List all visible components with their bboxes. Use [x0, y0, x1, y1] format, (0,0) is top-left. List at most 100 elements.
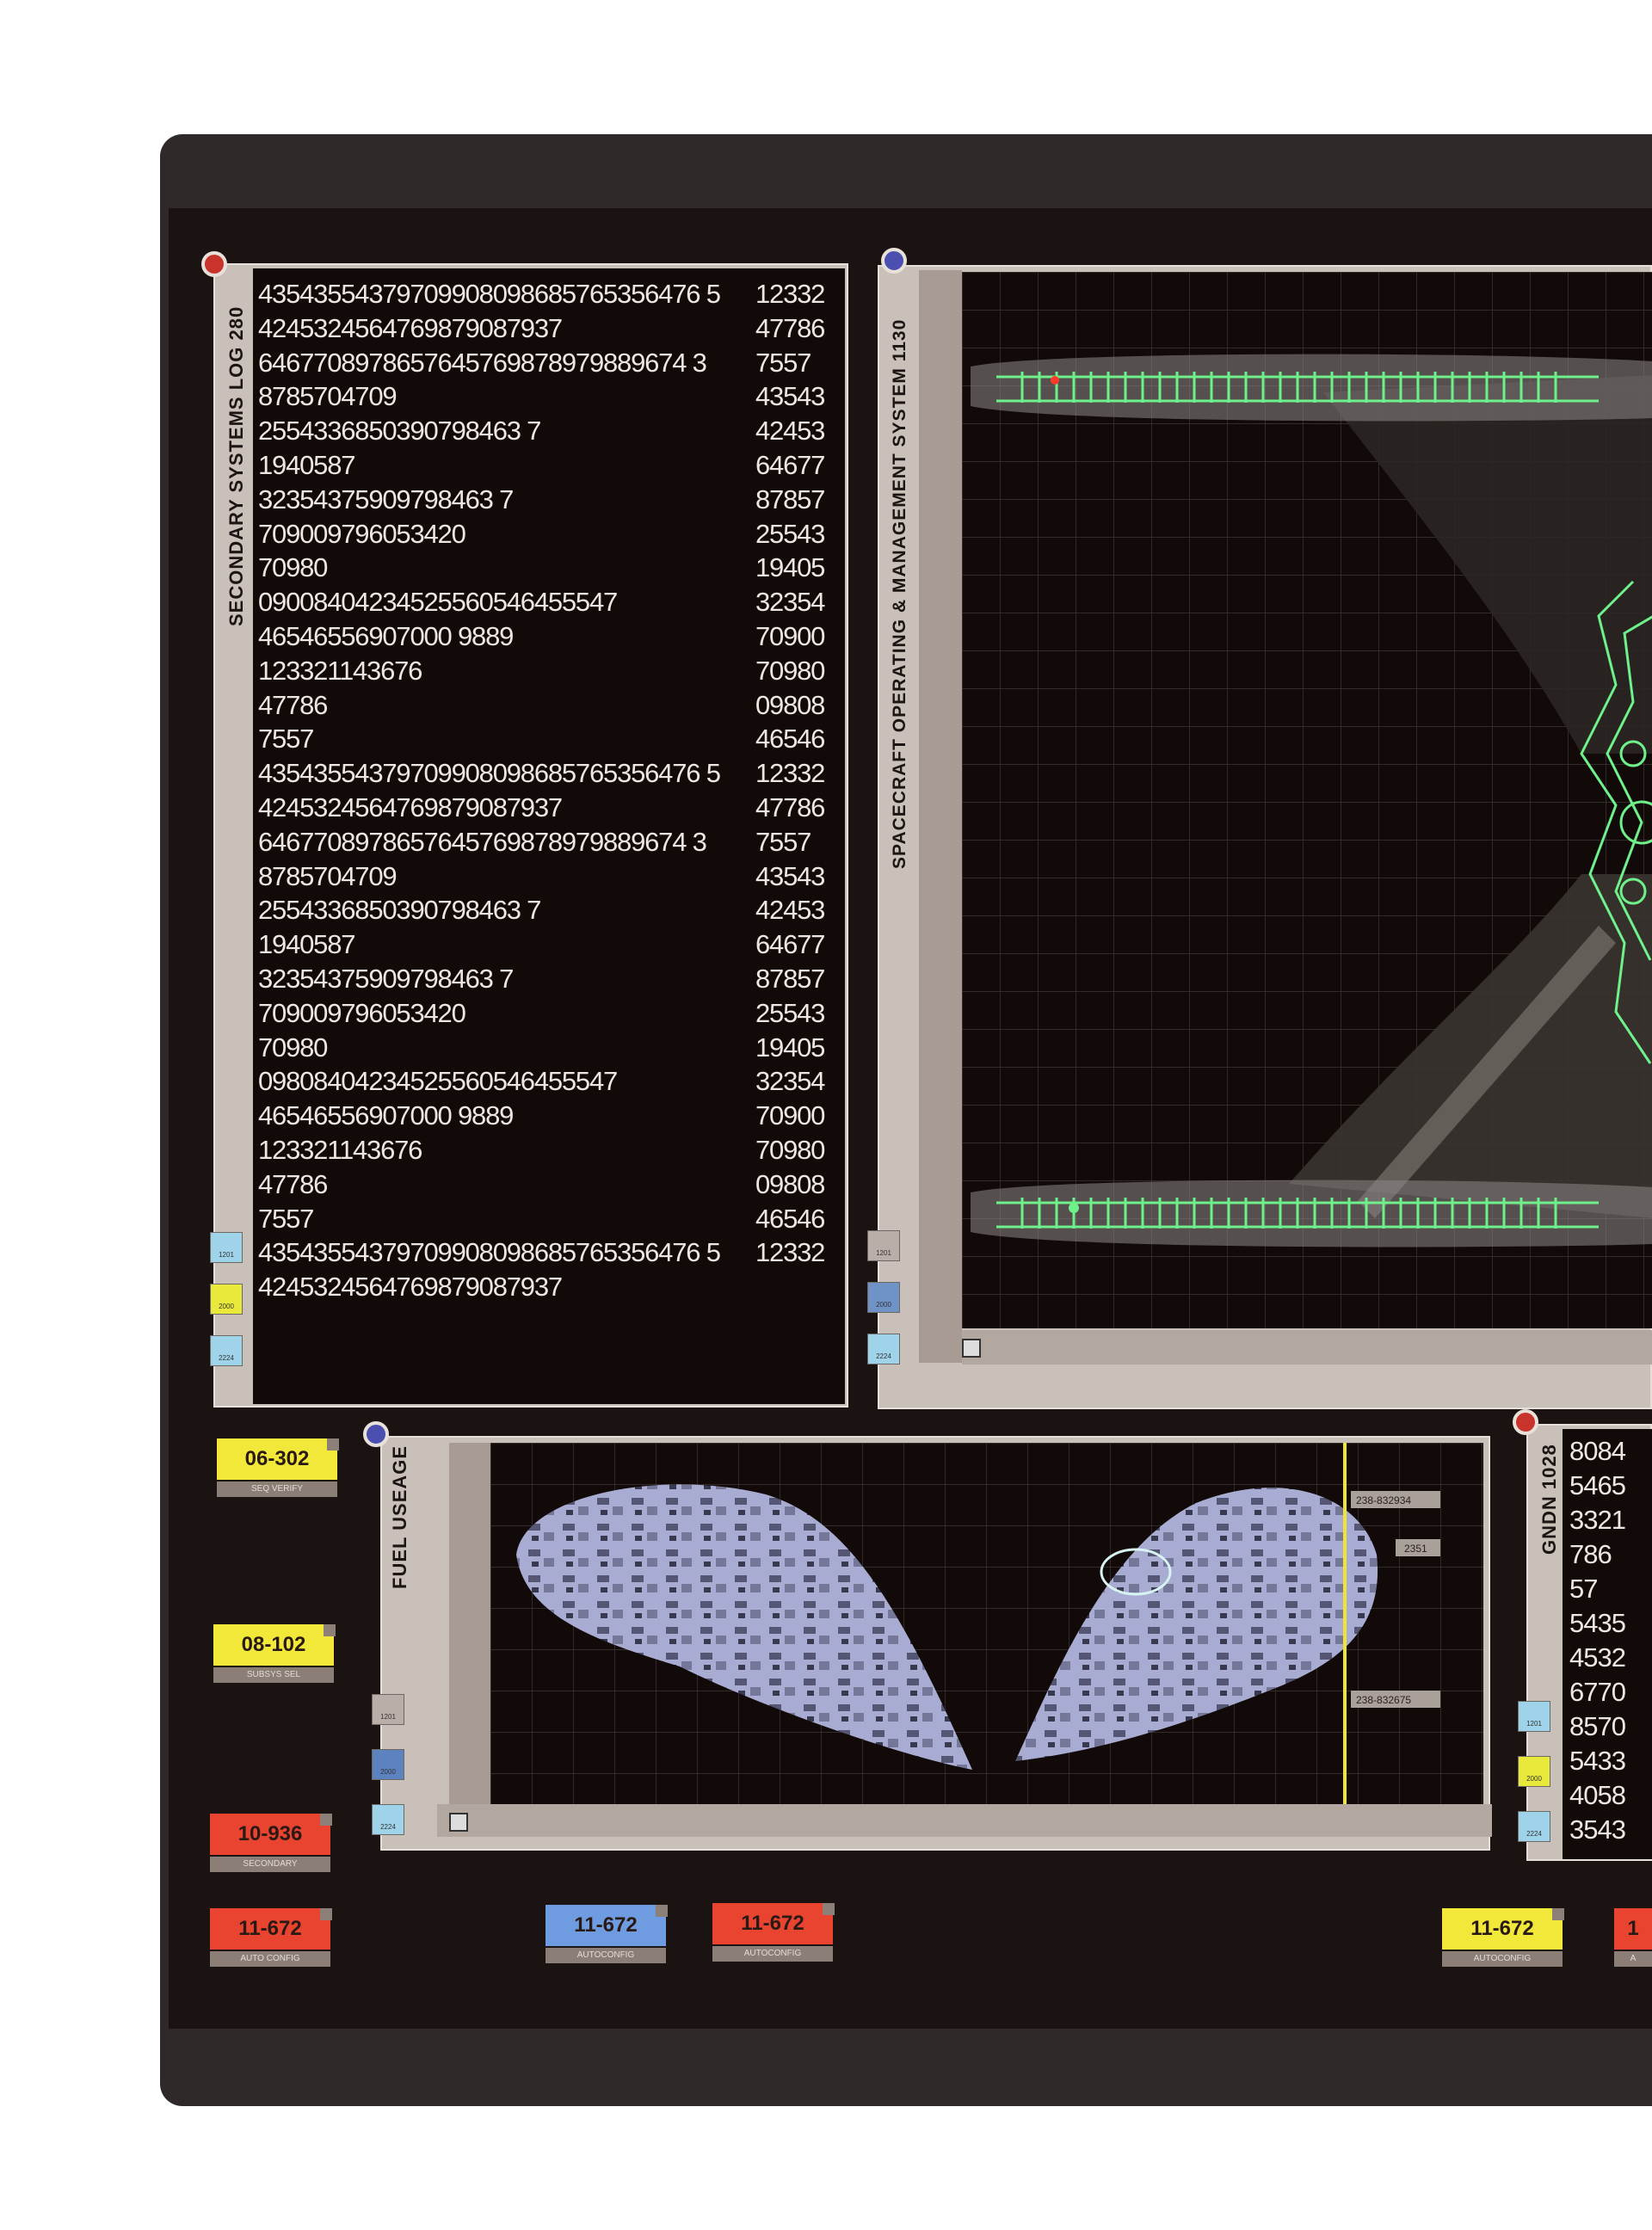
log-row-value: 64677 [755, 450, 825, 480]
gndn-tab-2000[interactable]: 2000 [1518, 1756, 1550, 1787]
log-row-code: 43543554379709908098685765356476 5 [258, 758, 721, 789]
fuel-corner-box [449, 1813, 468, 1832]
chip-code: 11-672 [712, 1903, 833, 1944]
log-row-value: 25543 [755, 518, 825, 549]
ops-tab-2000[interactable]: 2000 [867, 1282, 900, 1313]
status-chip-autoconfig-blue[interactable]: 11-672 AUTOCONFIG [546, 1905, 668, 1965]
fuel-tab-2224[interactable]: 2224 [372, 1804, 404, 1835]
gndn-row: 57 [1569, 1574, 1598, 1604]
log-row-value: 12332 [755, 279, 825, 309]
log-row-code: 6467708978657645769878979889674 3 [258, 826, 707, 857]
log-row-value: 09808 [755, 1168, 825, 1199]
log-row-code: 43543554379709908098685765356476 5 [258, 279, 721, 309]
log-row-code: 4245324564769879087937 [258, 792, 563, 822]
ops-corner-box [962, 1339, 981, 1358]
log-row-code: 7557 [258, 724, 314, 755]
log-row-code: 123321143676 [258, 655, 422, 686]
log-row-value: 42453 [755, 416, 825, 447]
log-row-code: 70980 [258, 552, 328, 583]
log-row-code: 8785704709 [258, 381, 398, 412]
log-row-value: 32354 [755, 1066, 825, 1097]
log-row-value: 70900 [755, 621, 825, 651]
log-row-value: 32354 [755, 587, 825, 618]
chip-code: 11-672 [1442, 1908, 1563, 1950]
log-tab-1201[interactable]: 1201 [210, 1232, 243, 1263]
status-chip-seq-verify[interactable]: 06-302 SEQ VERIFY [217, 1438, 339, 1499]
gndn-row: 3543 [1569, 1814, 1626, 1845]
status-chip-partial[interactable]: 1 A [1614, 1908, 1652, 1968]
ops-screen[interactable] [962, 272, 1652, 1328]
chip-label: AUTOCONFIG [1442, 1951, 1563, 1967]
log-row-code: 46546556907000 9889 [258, 621, 514, 651]
log-panel: SECONDARY SYSTEMS LOG 280 43543554379709… [210, 263, 848, 1408]
log-row-value: 19405 [755, 552, 825, 583]
ops-panel-title: SPACECRAFT OPERATING & MANAGEMENT SYSTEM… [890, 318, 909, 869]
red-marker-icon [1051, 376, 1059, 385]
gndn-tab-2224[interactable]: 2224 [1518, 1811, 1550, 1842]
chip-label: AUTOCONFIG [546, 1948, 666, 1963]
chip-code: 11-672 [210, 1908, 330, 1950]
fuel-tab-2000[interactable]: 2000 [372, 1749, 404, 1780]
log-tab-2000[interactable]: 2000 [210, 1284, 243, 1315]
log-row-value: 46546 [755, 1203, 825, 1234]
status-chip-secondary[interactable]: 10-936 SECONDARY [210, 1814, 332, 1874]
log-row-value: 12332 [755, 1237, 825, 1268]
log-row-value: 7557 [755, 826, 811, 857]
gndn-rows: 8084 5465 3321 786 57 5435 4532 6770 8570 5433 405… [1569, 1436, 1652, 1857]
fuel-screen[interactable]: 238-832934 2351 238-832675 [490, 1443, 1483, 1804]
gndn-row: 3321 [1569, 1505, 1626, 1535]
log-row-code: 09808404234525560546455547 [258, 1066, 618, 1097]
console-surface: SECONDARY SYSTEMS LOG 280 43543554379709… [169, 208, 1652, 2029]
gndn-row: 4058 [1569, 1780, 1626, 1810]
chip-code: 06-302 [217, 1438, 337, 1480]
status-chip-autoconfig-yellow[interactable]: 11-672 AUTOCONFIG [1442, 1908, 1564, 1968]
fuel-y-ruler [449, 1443, 490, 1804]
log-row-value: 43543 [755, 381, 825, 412]
log-row-code: 123321143676 [258, 1135, 422, 1165]
status-chip-subsys-sel[interactable]: 08-102 SUBSYS SEL [213, 1624, 336, 1685]
log-row-value: 46546 [755, 724, 825, 755]
chip-code: 08-102 [213, 1624, 334, 1666]
ops-status-knob [881, 248, 907, 274]
log-row-code: 4245324564769879087937 [258, 312, 563, 343]
gndn-tab-1201[interactable]: 1201 [1518, 1701, 1550, 1732]
fuel-marker-label: 238-832934 [1356, 1494, 1411, 1506]
log-row-value: 43543 [755, 860, 825, 891]
log-row-code: 09008404234525560546455547 [258, 587, 618, 618]
log-row-value: 64677 [755, 929, 825, 960]
chip-label: SECONDARY [210, 1857, 330, 1872]
ops-panel: SPACECRAFT OPERATING & MANAGEMENT SYSTEM… [867, 265, 1652, 1409]
fuel-tab-1201[interactable]: 1201 [372, 1694, 404, 1725]
status-chip-auto-config[interactable]: 11-672 AUTO CONFIG [210, 1908, 332, 1968]
chip-code: 10-936 [210, 1814, 330, 1855]
log-row-code: 32354375909798463 7 [258, 964, 514, 994]
chip-label: SUBSYS SEL [213, 1667, 334, 1683]
log-row-value: 42453 [755, 895, 825, 926]
log-row-value: 7557 [755, 347, 811, 378]
gndn-row: 4532 [1569, 1642, 1626, 1672]
log-row-code: 2554336850390798463 7 [258, 416, 541, 447]
chip-code: 1 [1614, 1908, 1652, 1950]
log-row-value: 12332 [755, 758, 825, 789]
ops-tab-1201[interactable]: 1201 [867, 1230, 900, 1261]
gndn-panel: GNDN 1028 8084 5465 3321 786 57 5435 4532 6770 8… [1518, 1424, 1652, 1861]
log-row-value: 70980 [755, 1135, 825, 1165]
ops-tab-2224[interactable]: 2224 [867, 1334, 900, 1364]
ops-x-ruler [962, 1330, 1652, 1364]
gndn-row: 5465 [1569, 1470, 1626, 1500]
log-row-code: 70980 [258, 1032, 328, 1063]
log-row-code: 46546556907000 9889 [258, 1100, 514, 1131]
log-rows: 43543554379709908098685765356476 5 12332 4… [258, 279, 843, 1397]
log-row-value: 47786 [755, 312, 825, 343]
ops-viewport [962, 272, 1652, 1328]
log-row-code: 47786 [258, 689, 328, 720]
chip-label: AUTOCONFIG [712, 1946, 833, 1962]
log-row-value: 70980 [755, 655, 825, 686]
gndn-screen[interactable]: 8084 5465 3321 786 57 5435 4532 6770 8570 5433 405… [1563, 1429, 1652, 1859]
status-chip-autoconfig-red[interactable]: 11-672 AUTOCONFIG [712, 1903, 835, 1963]
gndn-row: 5435 [1569, 1608, 1626, 1638]
log-screen[interactable]: 43543554379709908098685765356476 5 12332 4… [253, 268, 845, 1404]
fuel-x-ruler [437, 1804, 1492, 1837]
log-tab-2224[interactable]: 2224 [210, 1335, 243, 1366]
log-row-value: 47786 [755, 792, 825, 822]
